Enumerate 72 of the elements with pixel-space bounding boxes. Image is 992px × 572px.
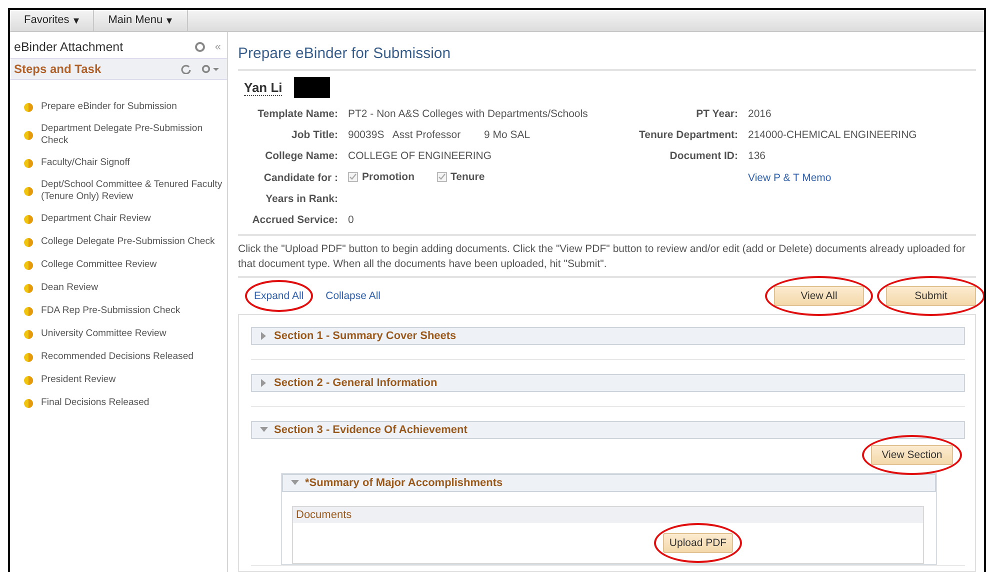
field-value: 90039S Asst Professor 9 Mo SAL: [348, 129, 532, 141]
checkbox[interactable]: [348, 172, 358, 182]
step-status-icon: [24, 352, 33, 362]
field-value: 0: [348, 214, 355, 226]
step-status-icon: [24, 102, 33, 112]
checkbox-label: Tenure: [450, 171, 485, 183]
field-label: Document ID:: [670, 150, 738, 162]
step-status-icon: [24, 130, 33, 140]
field-label: Candidate for :: [264, 172, 338, 184]
refresh-icon[interactable]: [181, 64, 191, 74]
panel-title: eBinder Attachment: [14, 40, 124, 54]
settings-icon[interactable]: [194, 42, 205, 52]
field-value: 214000-CHEMICAL ENGINEERING: [748, 129, 918, 141]
section-header[interactable]: Section 3 - Evidence Of Achievement: [251, 421, 965, 439]
expand-collapse-link[interactable]: Expand All: [254, 290, 304, 302]
step-link[interactable]: Dept/School Committee & Tenured Faculty (Tenure Only) Review: [41, 179, 223, 203]
field-value: COLLEGE OF ENGINEERING: [348, 150, 493, 162]
step-link[interactable]: Department Chair Review: [41, 213, 151, 225]
section-title: Steps and Task: [14, 62, 102, 76]
candidate-name[interactable]: Yan Li: [244, 80, 282, 96]
field-label: College Name:: [265, 150, 338, 162]
settings-menu-icon[interactable]: [201, 64, 221, 74]
documents-header: Documents: [293, 507, 923, 523]
checkbox[interactable]: [436, 172, 446, 182]
step-link[interactable]: Department Delegate Pre-Submission Check: [41, 123, 223, 147]
step-status-icon: [24, 214, 33, 224]
step-status-icon: [24, 306, 33, 316]
section-header[interactable]: Section 2 - General Information: [251, 374, 965, 392]
collapse-arrow-icon[interactable]: [260, 426, 268, 434]
step-link[interactable]: Faculty/Chair Signoff: [41, 157, 130, 169]
step-link[interactable]: Recommended Decisions Released: [41, 351, 194, 363]
step-link[interactable]: FDA Rep Pre-Submission Check: [41, 305, 180, 317]
step-link[interactable]: Dean Review: [41, 282, 98, 294]
field-value: PT2 - Non A&S Colleges with Departments/Schools: [348, 108, 589, 120]
field-label: PT Year:: [696, 108, 738, 120]
action-button[interactable]: View All: [774, 286, 864, 306]
step-status-icon: [24, 284, 33, 292]
field-label: Tenure Department:: [639, 129, 738, 141]
memo-link[interactable]: View P & T Memo: [748, 172, 976, 184]
field-label: Job Title:: [292, 129, 338, 141]
collapse-arrow-icon[interactable]: [291, 479, 299, 487]
step-status-icon: [24, 330, 33, 338]
subsection-header[interactable]: *Summary of Major Accomplishments: [282, 474, 936, 492]
step-link[interactable]: College Committee Review: [41, 259, 157, 271]
expand-arrow-icon[interactable]: [260, 379, 268, 387]
step-link[interactable]: College Delegate Pre-Submission Check: [41, 236, 215, 248]
step-status-icon: [24, 238, 33, 246]
field-value: 136: [748, 150, 767, 162]
menu-item[interactable]: Main Menu ▾: [94, 10, 188, 31]
field-value: 2016: [748, 108, 772, 120]
step-status-icon: [24, 260, 33, 270]
step-status-icon: [24, 186, 33, 196]
step-link[interactable]: Final Decisions Released: [41, 397, 150, 409]
field-label: Template Name:: [258, 108, 338, 120]
page-title: Prepare eBinder for Submission: [238, 42, 976, 71]
field-label: Years in Rank:: [266, 193, 338, 205]
checkbox-label: Promotion: [362, 171, 414, 183]
section-header[interactable]: Section 1 - Summary Cover Sheets: [251, 327, 965, 345]
expand-arrow-icon[interactable]: [260, 332, 268, 340]
step-link[interactable]: President Review: [41, 374, 116, 386]
step-link[interactable]: Prepare eBinder for Submission: [41, 101, 177, 113]
action-button[interactable]: Submit: [886, 286, 976, 306]
instructions-text: Click the "Upload PDF" button to begin adding documents. Click the "View PDF" button to review and/or edit (add or Delete) documents already uploaded for that document type. When all the documents have been uploaded, hit "Submit".: [238, 236, 976, 278]
step-status-icon: [24, 398, 33, 408]
menu-item[interactable]: Favorites ▾: [10, 10, 94, 31]
view-section-button[interactable]: View Section: [871, 445, 953, 465]
expand-collapse-link[interactable]: Collapse All: [326, 290, 380, 302]
upload-button[interactable]: Upload PDF: [663, 533, 733, 553]
step-status-icon: [24, 158, 33, 168]
step-link[interactable]: University Committee Review: [41, 328, 166, 340]
step-status-icon: [24, 376, 33, 384]
field-label: Accrued Service:: [252, 214, 338, 226]
